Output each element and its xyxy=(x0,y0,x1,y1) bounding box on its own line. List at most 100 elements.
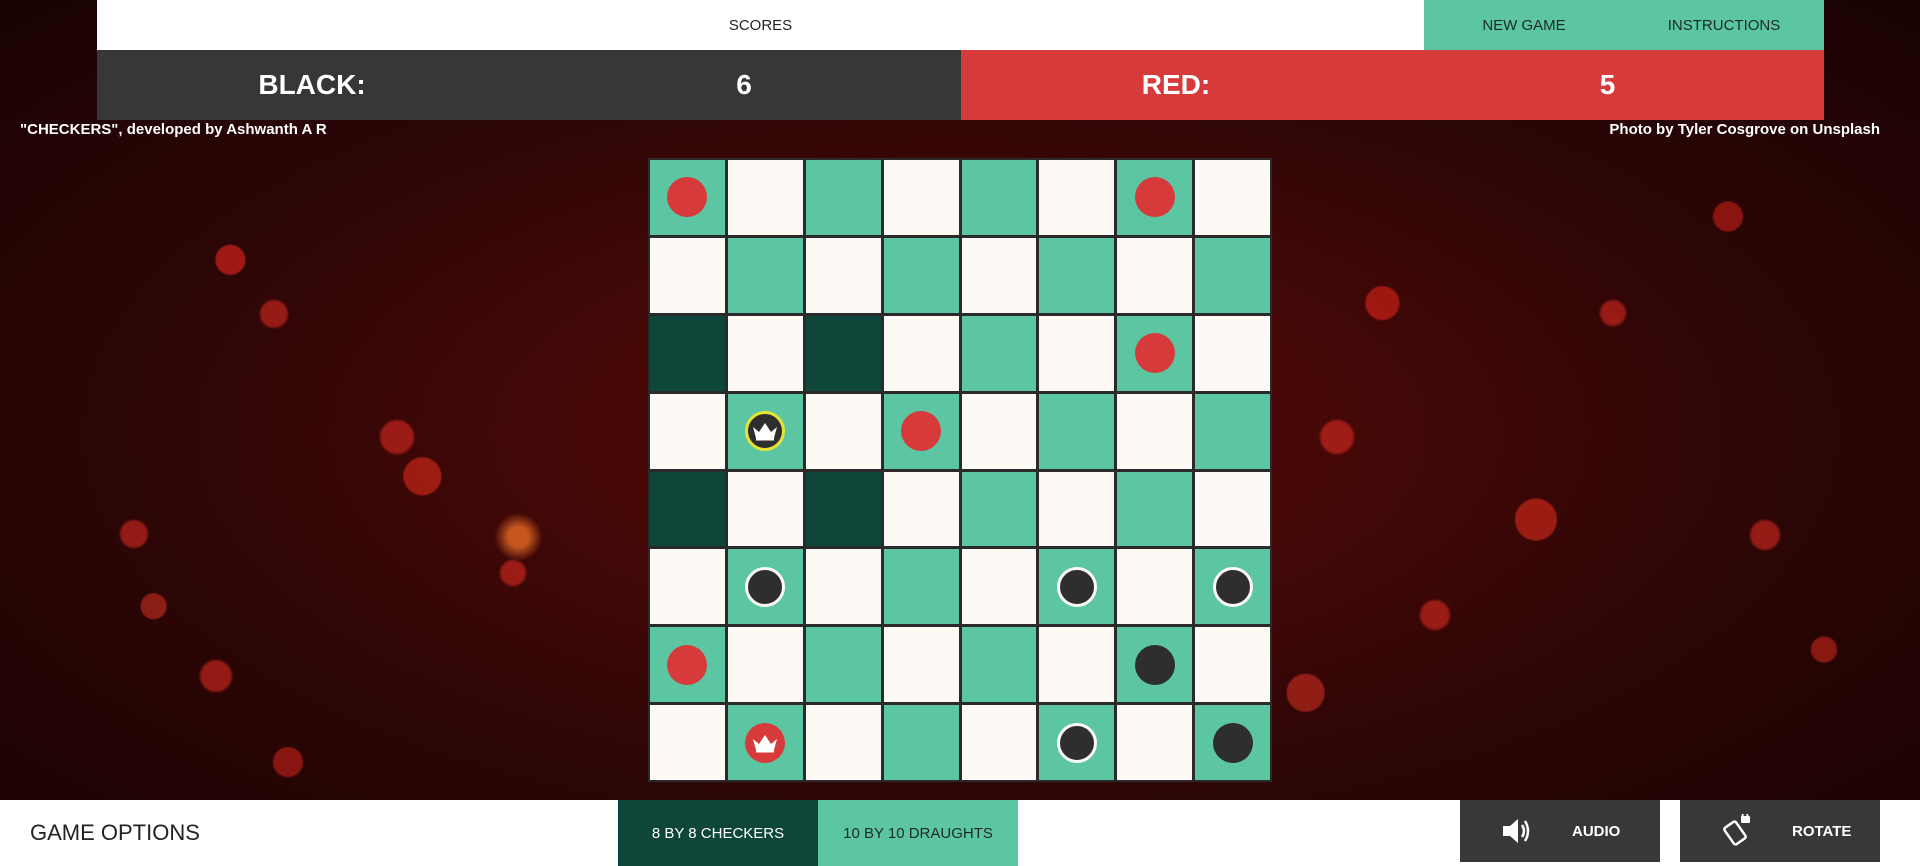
background-bokeh xyxy=(380,420,414,454)
board-square-r2c1[interactable] xyxy=(727,315,803,391)
red-piece[interactable] xyxy=(1134,177,1175,218)
board-square-r5c2[interactable] xyxy=(805,549,881,625)
mode-8x8-button[interactable]: 8 BY 8 CHECKERS xyxy=(618,800,818,866)
board-square-r3c6[interactable] xyxy=(1117,393,1193,469)
board-square-r2c0[interactable] xyxy=(650,315,725,391)
board-square-r4c3[interactable] xyxy=(883,471,959,547)
board-square-r5c4[interactable] xyxy=(961,549,1037,625)
board-square-r5c6[interactable] xyxy=(1117,549,1193,625)
board-square-r7c0[interactable] xyxy=(650,705,725,780)
black-piece[interactable] xyxy=(1134,644,1175,685)
board-square-r0c6[interactable] xyxy=(1117,160,1193,235)
board-square-r6c5[interactable] xyxy=(1039,627,1115,703)
board-square-r2c4[interactable] xyxy=(961,315,1037,391)
red-piece[interactable] xyxy=(667,177,708,218)
black-piece[interactable] xyxy=(745,566,786,607)
board-square-r3c5[interactable] xyxy=(1039,393,1115,469)
rotate-label: ROTATE xyxy=(1792,822,1852,840)
instructions-button[interactable]: INSTRUCTIONS xyxy=(1624,0,1824,50)
board-square-r6c7[interactable] xyxy=(1195,627,1270,703)
board-square-r1c7[interactable] xyxy=(1195,237,1270,313)
board-square-r7c5[interactable] xyxy=(1039,705,1115,780)
mode-10x10-button[interactable]: 10 BY 10 DRAUGHTS xyxy=(818,800,1018,866)
board-square-r7c3[interactable] xyxy=(883,705,959,780)
background-bokeh xyxy=(1750,520,1780,550)
board-square-r6c3[interactable] xyxy=(883,627,959,703)
black-score-value: 6 xyxy=(736,69,752,100)
board-square-r7c4[interactable] xyxy=(961,705,1037,780)
red-king-piece[interactable] xyxy=(745,722,786,763)
board-square-r6c2[interactable] xyxy=(805,627,881,703)
background-bokeh xyxy=(1320,420,1354,454)
board-square-r6c1[interactable] xyxy=(727,627,803,703)
game-options-bar: GAME OPTIONS 8 BY 8 CHECKERS 10 BY 10 DR… xyxy=(0,800,1920,866)
red-piece[interactable] xyxy=(667,644,708,685)
audio-button[interactable]: AUDIO xyxy=(1460,800,1660,862)
tab-scores[interactable]: SCORES xyxy=(97,0,1424,50)
board-square-r5c0[interactable] xyxy=(650,549,725,625)
board-square-r4c7[interactable] xyxy=(1195,471,1270,547)
board-square-r6c4[interactable] xyxy=(961,627,1037,703)
board-square-r3c7[interactable] xyxy=(1195,393,1270,469)
board-square-r3c4[interactable] xyxy=(961,393,1037,469)
black-piece[interactable] xyxy=(1212,566,1253,607)
board-square-r0c3[interactable] xyxy=(883,160,959,235)
board-square-r0c0[interactable] xyxy=(650,160,725,235)
black-king-piece-selected[interactable] xyxy=(745,411,786,452)
board-square-r1c0[interactable] xyxy=(650,237,725,313)
board-square-r3c3[interactable] xyxy=(883,393,959,469)
board-square-r7c7[interactable] xyxy=(1195,705,1270,780)
black-piece[interactable] xyxy=(1056,722,1097,763)
board-square-r2c6[interactable] xyxy=(1117,315,1193,391)
red-piece[interactable] xyxy=(1134,333,1175,374)
board-square-r5c7[interactable] xyxy=(1195,549,1270,625)
board-square-r4c6[interactable] xyxy=(1117,471,1193,547)
background-bokeh xyxy=(1420,600,1450,630)
board-square-r5c5[interactable] xyxy=(1039,549,1115,625)
scoreboard: BLACK: 6 RED: 5 xyxy=(97,50,1824,120)
board-square-r5c1[interactable] xyxy=(727,549,803,625)
board-square-r0c2[interactable] xyxy=(805,160,881,235)
board-square-r0c4[interactable] xyxy=(961,160,1037,235)
black-piece[interactable] xyxy=(1056,566,1097,607)
board-square-r3c2[interactable] xyxy=(805,393,881,469)
board-square-r0c7[interactable] xyxy=(1195,160,1270,235)
board-square-r4c0[interactable] xyxy=(650,471,725,547)
board-square-r0c5[interactable] xyxy=(1039,160,1115,235)
board-square-r1c5[interactable] xyxy=(1039,237,1115,313)
top-nav: SCORES NEW GAME INSTRUCTIONS xyxy=(97,0,1824,50)
black-score-label: BLACK: xyxy=(258,69,366,100)
background-bokeh xyxy=(120,520,148,548)
board-square-r2c5[interactable] xyxy=(1039,315,1115,391)
board-square-r2c7[interactable] xyxy=(1195,315,1270,391)
board-square-r6c6[interactable] xyxy=(1117,627,1193,703)
board-square-r1c4[interactable] xyxy=(961,237,1037,313)
red-piece[interactable] xyxy=(901,411,942,452)
board-square-r1c2[interactable] xyxy=(805,237,881,313)
game-options-title: GAME OPTIONS xyxy=(30,820,200,845)
rotate-button[interactable]: ROTATE xyxy=(1680,800,1880,862)
board-square-r3c1[interactable] xyxy=(727,393,803,469)
board-square-r6c0[interactable] xyxy=(650,627,725,703)
audio-label: AUDIO xyxy=(1572,822,1621,840)
red-score-panel: RED: 5 xyxy=(961,50,1824,120)
checkers-board xyxy=(648,158,1272,782)
board-square-r1c1[interactable] xyxy=(727,237,803,313)
board-square-r4c1[interactable] xyxy=(727,471,803,547)
board-square-r1c3[interactable] xyxy=(883,237,959,313)
new-game-button[interactable]: NEW GAME xyxy=(1424,0,1624,50)
board-square-r4c4[interactable] xyxy=(961,471,1037,547)
board-square-r4c5[interactable] xyxy=(1039,471,1115,547)
board-square-r7c2[interactable] xyxy=(805,705,881,780)
board-square-r1c6[interactable] xyxy=(1117,237,1193,313)
board-square-r5c3[interactable] xyxy=(883,549,959,625)
board-square-r2c3[interactable] xyxy=(883,315,959,391)
board-square-r4c2[interactable] xyxy=(805,471,881,547)
board-square-r2c2[interactable] xyxy=(805,315,881,391)
board-square-r7c6[interactable] xyxy=(1117,705,1193,780)
black-piece[interactable] xyxy=(1212,722,1253,763)
board-square-r7c1[interactable] xyxy=(727,705,803,780)
developer-credit: "CHECKERS", developed by Ashwanth A R xyxy=(20,121,327,138)
board-square-r3c0[interactable] xyxy=(650,393,725,469)
board-square-r0c1[interactable] xyxy=(727,160,803,235)
